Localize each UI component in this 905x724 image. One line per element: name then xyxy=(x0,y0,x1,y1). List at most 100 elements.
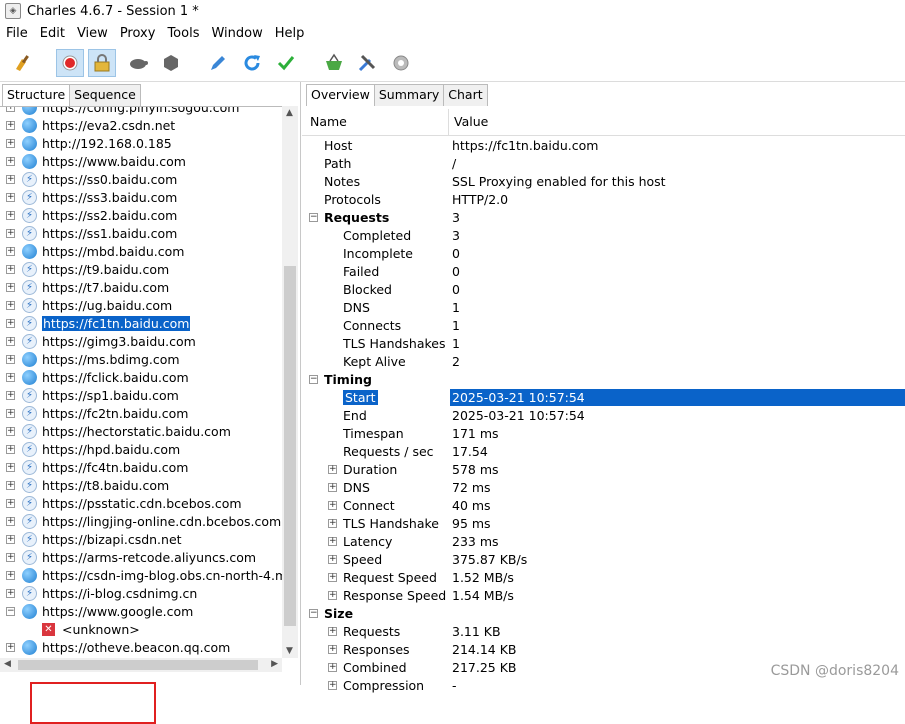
expand-icon[interactable]: + xyxy=(6,282,15,292)
property-group-row[interactable]: − Size xyxy=(302,605,905,623)
property-row[interactable]: TLS Handshakes 1 xyxy=(302,335,905,353)
column-header-value[interactable]: Value xyxy=(454,114,488,129)
property-row[interactable]: Incomplete 0 xyxy=(302,245,905,263)
tree-host-item[interactable]: + https://otheve.beacon.qq.com xyxy=(0,638,282,656)
tools-wrench-icon[interactable] xyxy=(353,49,381,77)
tree-host-item[interactable]: + https://csdn-img-blog.obs.cn-north-4.my xyxy=(0,566,282,584)
expand-icon[interactable]: + xyxy=(6,498,15,508)
tree-horizontal-scrollbar[interactable]: ◀ ▶ xyxy=(0,658,282,672)
expand-icon[interactable]: + xyxy=(6,570,15,580)
property-row[interactable]: Kept Alive 2 xyxy=(302,353,905,371)
tree-host-item[interactable]: + ⚡ https://gimg3.baidu.com xyxy=(0,332,282,350)
property-row[interactable]: + Compression - xyxy=(302,677,905,695)
compose-pen-icon[interactable] xyxy=(203,49,231,77)
tree-host-item[interactable]: + ⚡ https://t8.baidu.com xyxy=(0,476,282,494)
tab-sequence[interactable]: Sequence xyxy=(69,84,141,106)
validate-check-icon[interactable] xyxy=(272,49,300,77)
collapse-icon[interactable]: − xyxy=(309,213,318,222)
tab-chart[interactable]: Chart xyxy=(443,84,488,106)
property-row[interactable]: + DNS 72 ms xyxy=(302,479,905,497)
expand-icon[interactable]: + xyxy=(6,444,15,454)
property-row[interactable]: Completed 3 xyxy=(302,227,905,245)
expand-icon[interactable]: + xyxy=(6,336,15,346)
property-row[interactable]: Host https://fc1tn.baidu.com xyxy=(302,137,905,155)
property-group-row[interactable]: − Timing xyxy=(302,371,905,389)
property-group-row[interactable]: − Requests 3 xyxy=(302,209,905,227)
tree-host-item[interactable]: + ⚡ https://ss0.baidu.com xyxy=(0,170,282,188)
scroll-left-arrow-icon[interactable]: ◀ xyxy=(4,659,11,669)
repeat-refresh-icon[interactable] xyxy=(238,49,266,77)
tree-host-item[interactable]: + ⚡ https://hectorstatic.baidu.com xyxy=(0,422,282,440)
expand-icon[interactable]: + xyxy=(328,519,337,528)
tree-horizontal-scroll-thumb[interactable] xyxy=(18,660,258,670)
expand-icon[interactable]: + xyxy=(328,663,337,672)
tree-host-item[interactable]: + ⚡ https://hpd.baidu.com xyxy=(0,440,282,458)
expand-icon[interactable]: + xyxy=(6,552,15,562)
expand-icon[interactable]: + xyxy=(328,555,337,564)
expand-icon[interactable]: + xyxy=(6,174,15,184)
expand-icon[interactable]: + xyxy=(328,501,337,510)
property-row[interactable]: End 2025-03-21 10:57:54 xyxy=(302,407,905,425)
expand-icon[interactable]: + xyxy=(328,483,337,492)
expand-icon[interactable]: + xyxy=(328,627,337,636)
tab-summary[interactable]: Summary xyxy=(373,84,445,106)
tree-host-item[interactable]: + ⚡ https://arms-retcode.aliyuncs.com xyxy=(0,548,282,566)
expand-icon[interactable]: + xyxy=(6,642,15,652)
property-row[interactable]: Protocols HTTP/2.0 xyxy=(302,191,905,209)
expand-icon[interactable]: + xyxy=(6,372,15,382)
tree-host-item[interactable]: + ⚡ https://fc1tn.baidu.com xyxy=(0,314,282,332)
tree-host-item[interactable]: + ⚡ https://ug.baidu.com xyxy=(0,296,282,314)
tree-host-item[interactable]: + ⚡ https://ss3.baidu.com xyxy=(0,188,282,206)
expand-icon[interactable]: + xyxy=(6,354,15,364)
expand-icon[interactable]: + xyxy=(328,645,337,654)
property-row[interactable]: Start 2025-03-21 10:57:54 xyxy=(302,389,905,407)
menu-window[interactable]: Window xyxy=(205,26,268,41)
property-row[interactable]: DNS 1 xyxy=(302,299,905,317)
tree-host-item[interactable]: + https://config.pinyin.sogou.com xyxy=(0,107,282,116)
breakpoints-hexagon-icon[interactable] xyxy=(157,49,185,77)
throttle-turtle-icon[interactable] xyxy=(124,49,152,77)
expand-icon[interactable]: + xyxy=(6,588,15,598)
basket-icon[interactable] xyxy=(320,49,348,77)
tree-host-item[interactable]: + https://www.baidu.com xyxy=(0,152,282,170)
tab-overview[interactable]: Overview xyxy=(306,84,375,106)
menu-file[interactable]: File xyxy=(0,26,34,41)
expand-icon[interactable]: + xyxy=(6,138,15,148)
tree-host-item[interactable]: + https://eva2.csdn.net xyxy=(0,116,282,134)
expand-icon[interactable]: + xyxy=(6,426,15,436)
tree-host-item[interactable]: + ⚡ https://fc2tn.baidu.com xyxy=(0,404,282,422)
tree-host-item[interactable]: − https://www.google.com xyxy=(0,602,282,620)
menu-proxy[interactable]: Proxy xyxy=(114,26,162,41)
expand-icon[interactable]: + xyxy=(6,120,15,130)
property-row[interactable]: + Speed 375.87 KB/s xyxy=(302,551,905,569)
expand-icon[interactable]: + xyxy=(6,156,15,166)
property-row[interactable]: + Requests 3.11 KB xyxy=(302,623,905,641)
tree-vertical-scrollbar[interactable]: ▲ ▼ xyxy=(282,106,298,658)
expand-icon[interactable]: + xyxy=(6,516,15,526)
column-divider[interactable] xyxy=(448,109,449,135)
expand-icon[interactable]: + xyxy=(6,462,15,472)
tree-host-item[interactable]: + https://mbd.baidu.com xyxy=(0,242,282,260)
property-row[interactable]: + Request Speed 1.52 MB/s xyxy=(302,569,905,587)
property-row[interactable]: Notes SSL Proxying enabled for this host xyxy=(302,173,905,191)
tree-host-item[interactable]: + ⚡ https://t9.baidu.com xyxy=(0,260,282,278)
expand-icon[interactable]: + xyxy=(6,107,15,112)
property-row[interactable]: + Connect 40 ms xyxy=(302,497,905,515)
expand-icon[interactable]: + xyxy=(6,480,15,490)
tree-host-item[interactable]: + https://ms.bdimg.com xyxy=(0,350,282,368)
expand-icon[interactable]: + xyxy=(6,318,15,328)
property-row[interactable]: + Responses 214.14 KB xyxy=(302,641,905,659)
tree-host-item[interactable]: + ⚡ https://i-blog.csdnimg.cn xyxy=(0,584,282,602)
expand-icon[interactable]: + xyxy=(328,591,337,600)
menu-view[interactable]: View xyxy=(71,26,114,41)
expand-icon[interactable]: + xyxy=(6,192,15,202)
tree-host-item[interactable]: + ⚡ https://bizapi.csdn.net xyxy=(0,530,282,548)
broom-icon[interactable] xyxy=(8,49,36,77)
tree-host-item[interactable]: + ⚡ https://fc4tn.baidu.com xyxy=(0,458,282,476)
menu-help[interactable]: Help xyxy=(269,26,311,41)
property-row[interactable]: + Response Speed 1.54 MB/s xyxy=(302,587,905,605)
tree-host-item[interactable]: + ⚡ https://t7.baidu.com xyxy=(0,278,282,296)
expand-icon[interactable]: + xyxy=(328,537,337,546)
tree-host-item[interactable]: + https://fclick.baidu.com xyxy=(0,368,282,386)
settings-gear-icon[interactable] xyxy=(387,49,415,77)
